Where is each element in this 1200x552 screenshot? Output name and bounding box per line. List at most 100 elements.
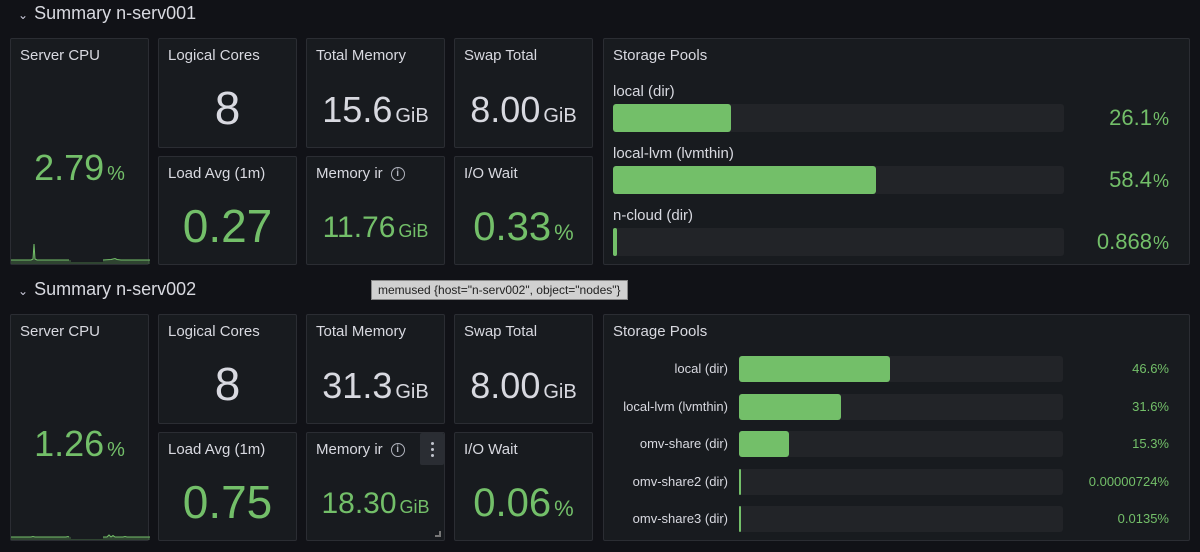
storage-pool-bar-fill [739, 506, 741, 532]
panel-load-avg[interactable]: Load Avg (1m) 0.75 [158, 432, 297, 541]
value: 18.30 [321, 487, 397, 520]
panel-storage-pools[interactable]: Storage Pools local (dir) 26.1% local-lvm … [603, 38, 1190, 265]
panel-title: Logical Cores [168, 47, 260, 64]
panel-title: Swap Total [464, 47, 538, 64]
storage-pool-bar-fill [739, 356, 890, 382]
storage-pool-bar [613, 228, 1064, 256]
stat-value: 0.06% [455, 481, 592, 526]
panel-title: Logical Cores [168, 323, 260, 340]
panel-title: I/O Wait [464, 441, 518, 458]
unit: GiB [543, 105, 577, 127]
storage-pool-bar-fill [739, 431, 789, 457]
storage-pool-bar-fill [739, 468, 741, 495]
unit: % [107, 439, 125, 461]
panel-title: Memory ir i [316, 165, 405, 182]
storage-pool-bar [613, 104, 1064, 132]
row-header-n-serv002[interactable]: ⌄ Summary n-serv002 [18, 279, 196, 300]
panel-total-memory[interactable]: Total Memory 31.3 GiB [306, 314, 445, 424]
storage-pool-label: local (dir) [674, 361, 728, 376]
stat-value: 8 [159, 81, 296, 135]
panel-io-wait[interactable]: I/O Wait 0.06% [454, 432, 593, 541]
unit: GiB [395, 105, 429, 127]
stat-value: 11.76 GiB [307, 211, 444, 245]
panel-logical-cores[interactable]: Logical Cores 8 [158, 314, 297, 424]
panel-server-cpu[interactable]: Server CPU 2.79% [10, 38, 150, 265]
storage-pool-bar [739, 468, 1063, 495]
value: 26.1 [1109, 105, 1152, 130]
panel-server-cpu[interactable]: Server CPU 1.26% [10, 314, 150, 541]
panel-menu-button[interactable] [420, 433, 444, 465]
unit: GiB [543, 381, 577, 403]
storage-pool-value: 58.4% [1109, 167, 1169, 193]
panel-total-memory[interactable]: Total Memory 15.6 GiB [306, 38, 445, 148]
storage-pool-value: 0.00000724% [1088, 473, 1169, 489]
value: 8 [214, 358, 241, 410]
row-title: Summary n-serv002 [34, 279, 197, 299]
storage-pool-value: 0.0135% [1117, 511, 1169, 526]
panel-title: Swap Total [464, 323, 538, 340]
stat-value: 1.26% [11, 423, 148, 465]
value: 11.76 [322, 211, 396, 244]
series-tooltip: memused {host="n-serv002", object="nodes… [371, 280, 628, 300]
stat-value: 8.00 GiB [455, 365, 592, 407]
storage-pool-bar-fill [739, 393, 842, 420]
storage-pool-label: omv-share3 (dir) [632, 511, 728, 526]
unit: % [554, 496, 574, 521]
storage-pool-bar [613, 166, 1064, 194]
stat-value: 0.27 [159, 199, 296, 253]
unit: % [107, 163, 125, 185]
value: 8.00 [470, 365, 541, 406]
value: 0.75 [182, 476, 273, 528]
resize-handle-icon[interactable] [435, 531, 441, 537]
storage-pool-value: 26.1% [1109, 105, 1169, 131]
storage-pool-label: omv-share (dir) [639, 436, 728, 451]
kebab-dot [430, 441, 434, 445]
panel-title: I/O Wait [464, 165, 518, 182]
title-text: Memory ir [316, 165, 383, 182]
unit: GiB [398, 221, 429, 241]
chevron-down-icon: ⌄ [18, 283, 29, 298]
storage-pool-bar [739, 431, 1063, 457]
panel-title: Total Memory [316, 47, 407, 64]
stat-value: 2.79% [11, 147, 148, 189]
info-icon[interactable]: i [390, 442, 405, 457]
stat-value: 0.75 [159, 475, 296, 529]
unit: % [1152, 109, 1169, 129]
panel-swap-total[interactable]: Swap Total 8.00 GiB [454, 38, 593, 148]
value: 15.6 [322, 89, 393, 130]
stat-value: 15.6 GiB [307, 89, 444, 131]
value: 58.4 [1109, 167, 1152, 192]
panel-memory-in-use[interactable]: Memory ir i 11.76 GiB [306, 156, 445, 265]
row-title: Summary n-serv001 [34, 3, 197, 23]
cpu-sparkline [11, 534, 150, 540]
panel-title: Storage Pools [613, 323, 708, 340]
panel-title: Server CPU [20, 323, 101, 340]
storage-pool-label: local-lvm (lvmthin) [623, 398, 728, 414]
stat-value: 18.30 GiB [307, 487, 444, 521]
storage-pool-label: local-lvm (lvmthin) [613, 145, 734, 162]
panel-logical-cores[interactable]: Logical Cores 8 [158, 38, 297, 148]
title-text: Memory ir [316, 441, 383, 458]
stat-value: 0.33% [455, 205, 592, 250]
row-header-n-serv001[interactable]: ⌄ Summary n-serv001 [18, 3, 196, 24]
panel-storage-pools[interactable]: Storage Pools local (dir) 46.6% local-lvm … [603, 314, 1190, 541]
value: 8 [214, 82, 241, 134]
panel-io-wait[interactable]: I/O Wait 0.33% [454, 156, 593, 265]
storage-pool-label: local (dir) [613, 83, 675, 100]
panel-swap-total[interactable]: Swap Total 8.00 GiB [454, 314, 593, 424]
stat-value: 8.00 GiB [455, 89, 592, 131]
panel-title: Server CPU [20, 47, 101, 64]
value: 0.27 [182, 200, 273, 252]
storage-pool-bar [739, 393, 1063, 420]
panel-memory-in-use[interactable]: Memory ir i 18.30 GiB [306, 432, 445, 541]
value: 8.00 [470, 89, 541, 130]
unit: GiB [399, 497, 430, 517]
panel-load-avg[interactable]: Load Avg (1m) 0.27 [158, 156, 297, 265]
info-icon[interactable]: i [390, 166, 405, 181]
stat-value: 31.3 GiB [307, 365, 444, 407]
value: 0.06 [473, 481, 552, 525]
kebab-dot [430, 447, 434, 451]
storage-pool-value: 0.868% [1097, 229, 1169, 255]
unit: % [554, 220, 574, 245]
kebab-dot [430, 453, 434, 457]
